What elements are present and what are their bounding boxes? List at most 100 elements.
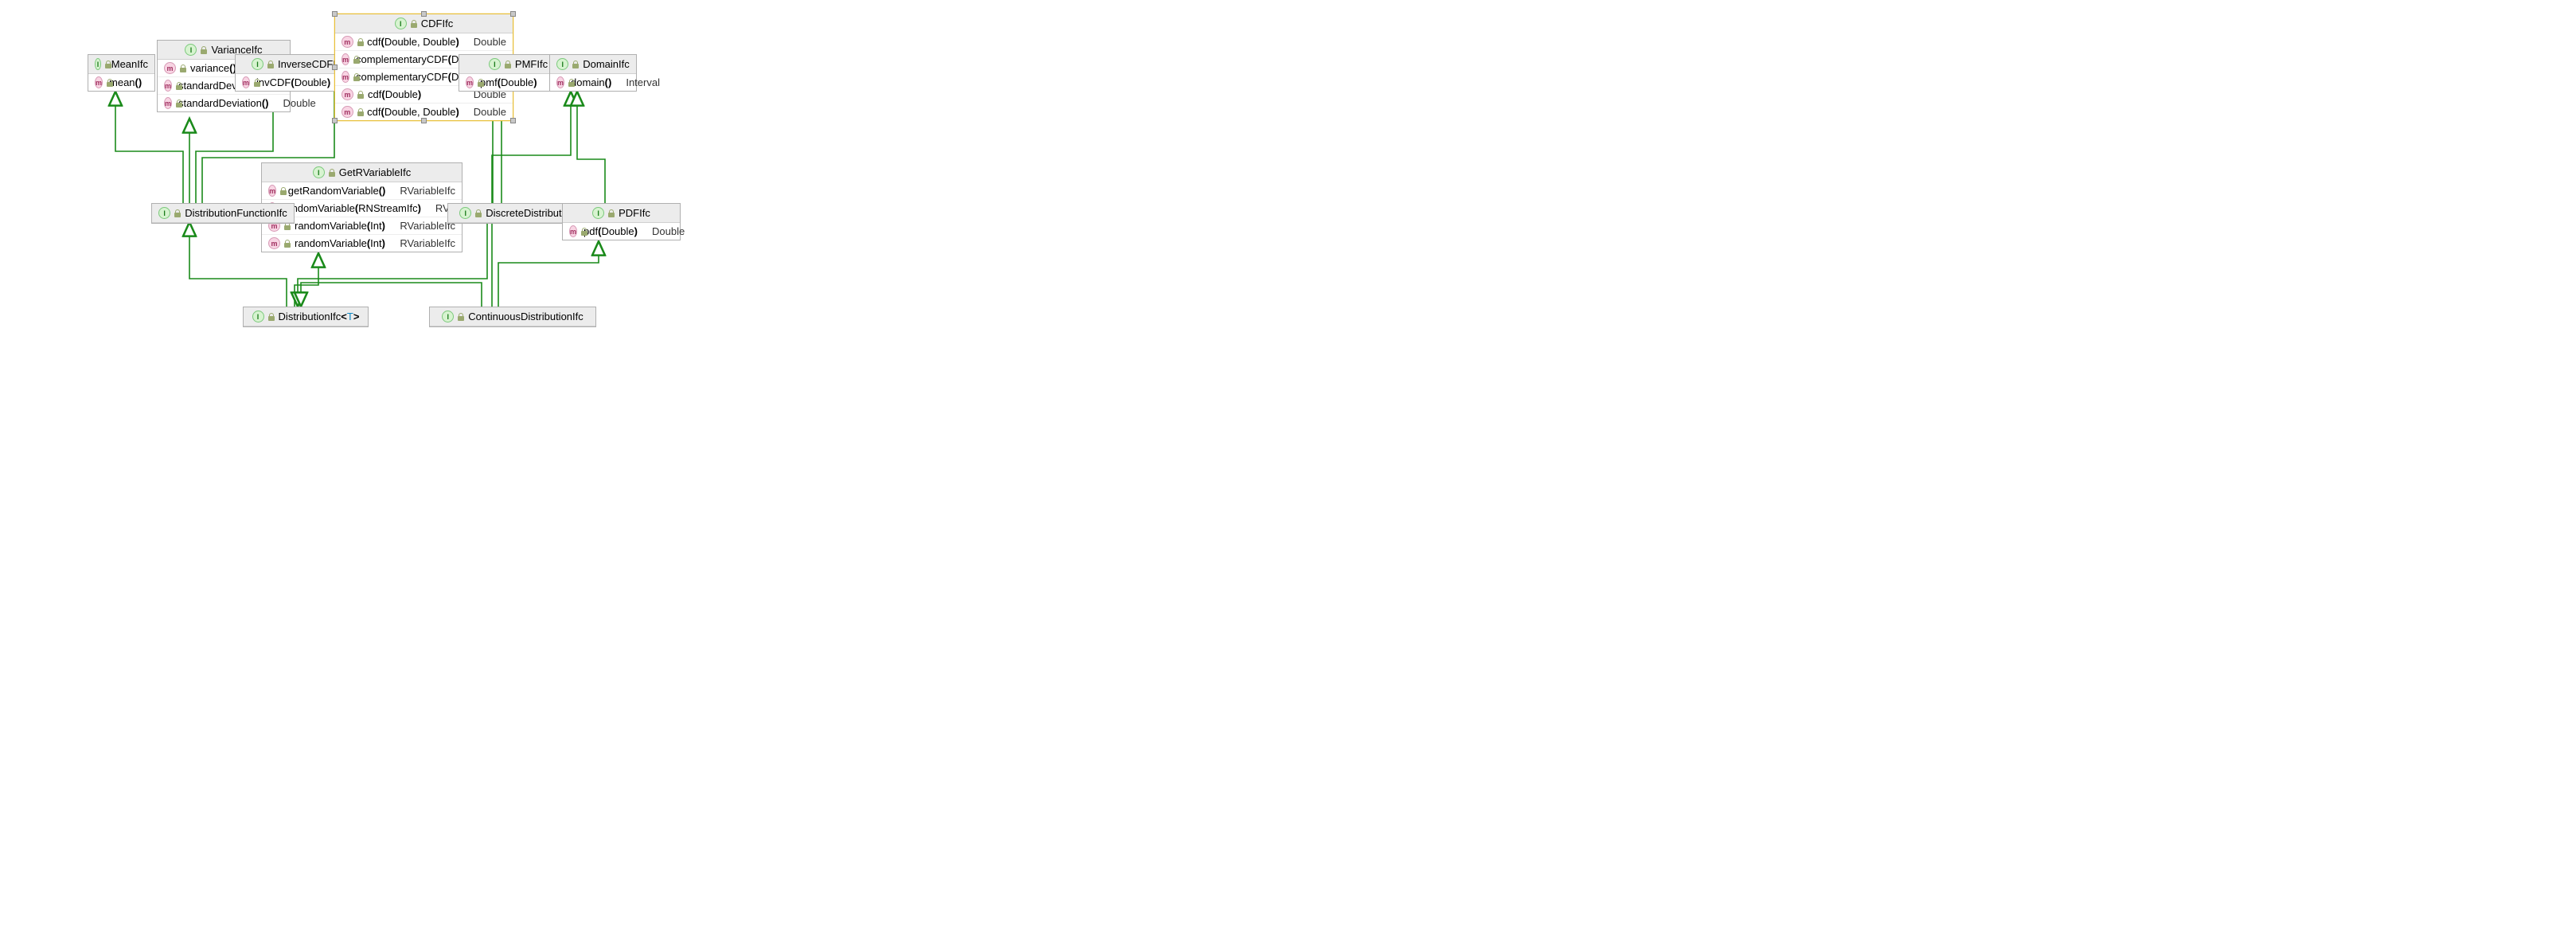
selection-handle-icon[interactable] [332,118,338,123]
member-sig: pdf(Double) [584,225,638,237]
member-ret: Interval [615,76,660,88]
lock-icon [200,46,208,54]
member-sig: cdf(Double, Double) [367,36,459,48]
class-title: CDFIfc [421,18,453,29]
member-ret: Double [463,36,506,48]
class-title: PDFIfc [619,207,650,219]
class-title: MeanIfc [111,58,148,70]
interface-icon: I [313,166,325,178]
interface-icon: I [185,44,197,56]
selection-handle-icon[interactable] [421,118,427,123]
lock-icon [328,169,336,177]
member-row: m randomVariable(Int) RVariableIfc [262,235,462,252]
method-icon: m [556,76,564,88]
method-icon: m [268,237,280,249]
interface-icon: I [459,207,471,219]
selection-handle-icon[interactable] [510,118,516,123]
interface-icon: I [489,58,501,70]
member-sig: invCDF(Double) [256,76,330,88]
method-icon: m [242,76,250,88]
member-row: m getRandomVariable() RVariableIfc [262,182,462,200]
method-icon: m [466,76,474,88]
class-node-meanifc[interactable]: I MeanIfc m mean() Double [88,54,155,92]
member-ret: RVariableIfc [388,185,455,197]
member-sig: randomVariable(Int) [295,220,385,232]
lock-icon [357,91,365,99]
class-header: I ContinuousDistributionIfc [430,307,595,326]
method-icon: m [268,185,276,197]
method-icon: m [342,106,353,118]
member-sig: standardDeviation() [178,97,268,109]
member-sig: pmf(Double) [480,76,537,88]
method-icon: m [342,36,353,48]
interface-icon: I [395,18,407,29]
class-node-domainifc[interactable]: I DomainIfc m domain() Interval [549,54,637,92]
lock-icon [104,61,108,68]
lock-icon [283,240,291,248]
class-header: I MeanIfc [88,55,154,74]
member-sig: getRandomVariable() [288,185,386,197]
member-row: m standardDeviation() Double [158,95,290,111]
class-header: I DistributionIfc<T> [244,307,368,326]
class-node-distributionfunctionifc[interactable]: I DistributionFunctionIfc [151,203,295,224]
class-title: ContinuousDistributionIfc [468,311,584,322]
method-icon: m [342,88,353,100]
lock-icon [504,61,512,68]
member-sig: cdf(Double, Double) [367,106,459,118]
class-header: I DomainIfc [550,55,636,74]
member-row: m pdf(Double) Double [563,223,680,240]
interface-icon: I [252,311,264,322]
selection-handle-icon[interactable] [421,11,427,17]
lock-icon [357,38,365,46]
lock-icon [457,313,465,321]
selection-handle-icon[interactable] [332,64,338,70]
member-ret: Double [641,225,685,237]
lock-icon [179,64,187,72]
selection-handle-icon[interactable] [332,11,338,17]
interface-icon: I [252,58,263,70]
member-sig: cdf(Double) [368,88,421,100]
method-icon: m [164,62,176,74]
lock-icon [279,187,284,195]
member-sig: randomVariable(Int) [295,237,385,249]
selection-handle-icon[interactable] [510,11,516,17]
class-title: GetRVariableIfc [339,166,412,178]
class-header: I GetRVariableIfc [262,163,462,182]
class-header: I CDFIfc [335,14,513,33]
lock-icon [607,209,615,217]
class-title: PMFIfc [515,58,548,70]
interface-icon: I [556,58,568,70]
interface-icon: I [592,207,604,219]
interface-icon: I [442,311,454,322]
lock-icon [174,209,181,217]
member-sig: mean() [109,76,142,88]
member-row: m mean() Double [88,74,154,91]
member-ret: Double [463,106,506,118]
class-title: DistributionFunctionIfc [185,207,287,219]
member-ret: Double [272,97,316,109]
lock-icon [572,61,580,68]
member-row: m cdf(Double, Double) Double [335,33,513,51]
method-icon: m [569,225,577,237]
method-icon: m [95,76,103,88]
member-sig: variance() [190,62,236,74]
member-row: m domain() Interval [550,74,636,91]
lock-icon [357,108,365,116]
interface-icon: I [95,58,101,70]
member-sig: randomVariable(RNStreamIfc) [283,202,421,214]
diagram-canvas[interactable]: I MeanIfc m mean() Double I VarianceIfc … [0,0,1288,465]
lock-icon [267,61,275,68]
lock-icon [474,209,482,217]
class-title: DistributionIfc<T> [279,311,360,322]
lock-icon [267,313,275,321]
member-ret: RVariableIfc [388,237,455,249]
class-node-distributionifc[interactable]: I DistributionIfc<T> [243,307,369,327]
class-node-continuousdistributionifc[interactable]: I ContinuousDistributionIfc [429,307,596,327]
class-node-pdfifc[interactable]: I PDFIfc m pdf(Double) Double [562,203,681,240]
method-icon: m [342,53,349,65]
lock-icon [410,20,418,28]
class-header: I DistributionFunctionIfc [152,204,294,223]
method-icon: m [342,71,349,83]
class-header: I PDFIfc [563,204,680,223]
interface-icon: I [158,207,170,219]
